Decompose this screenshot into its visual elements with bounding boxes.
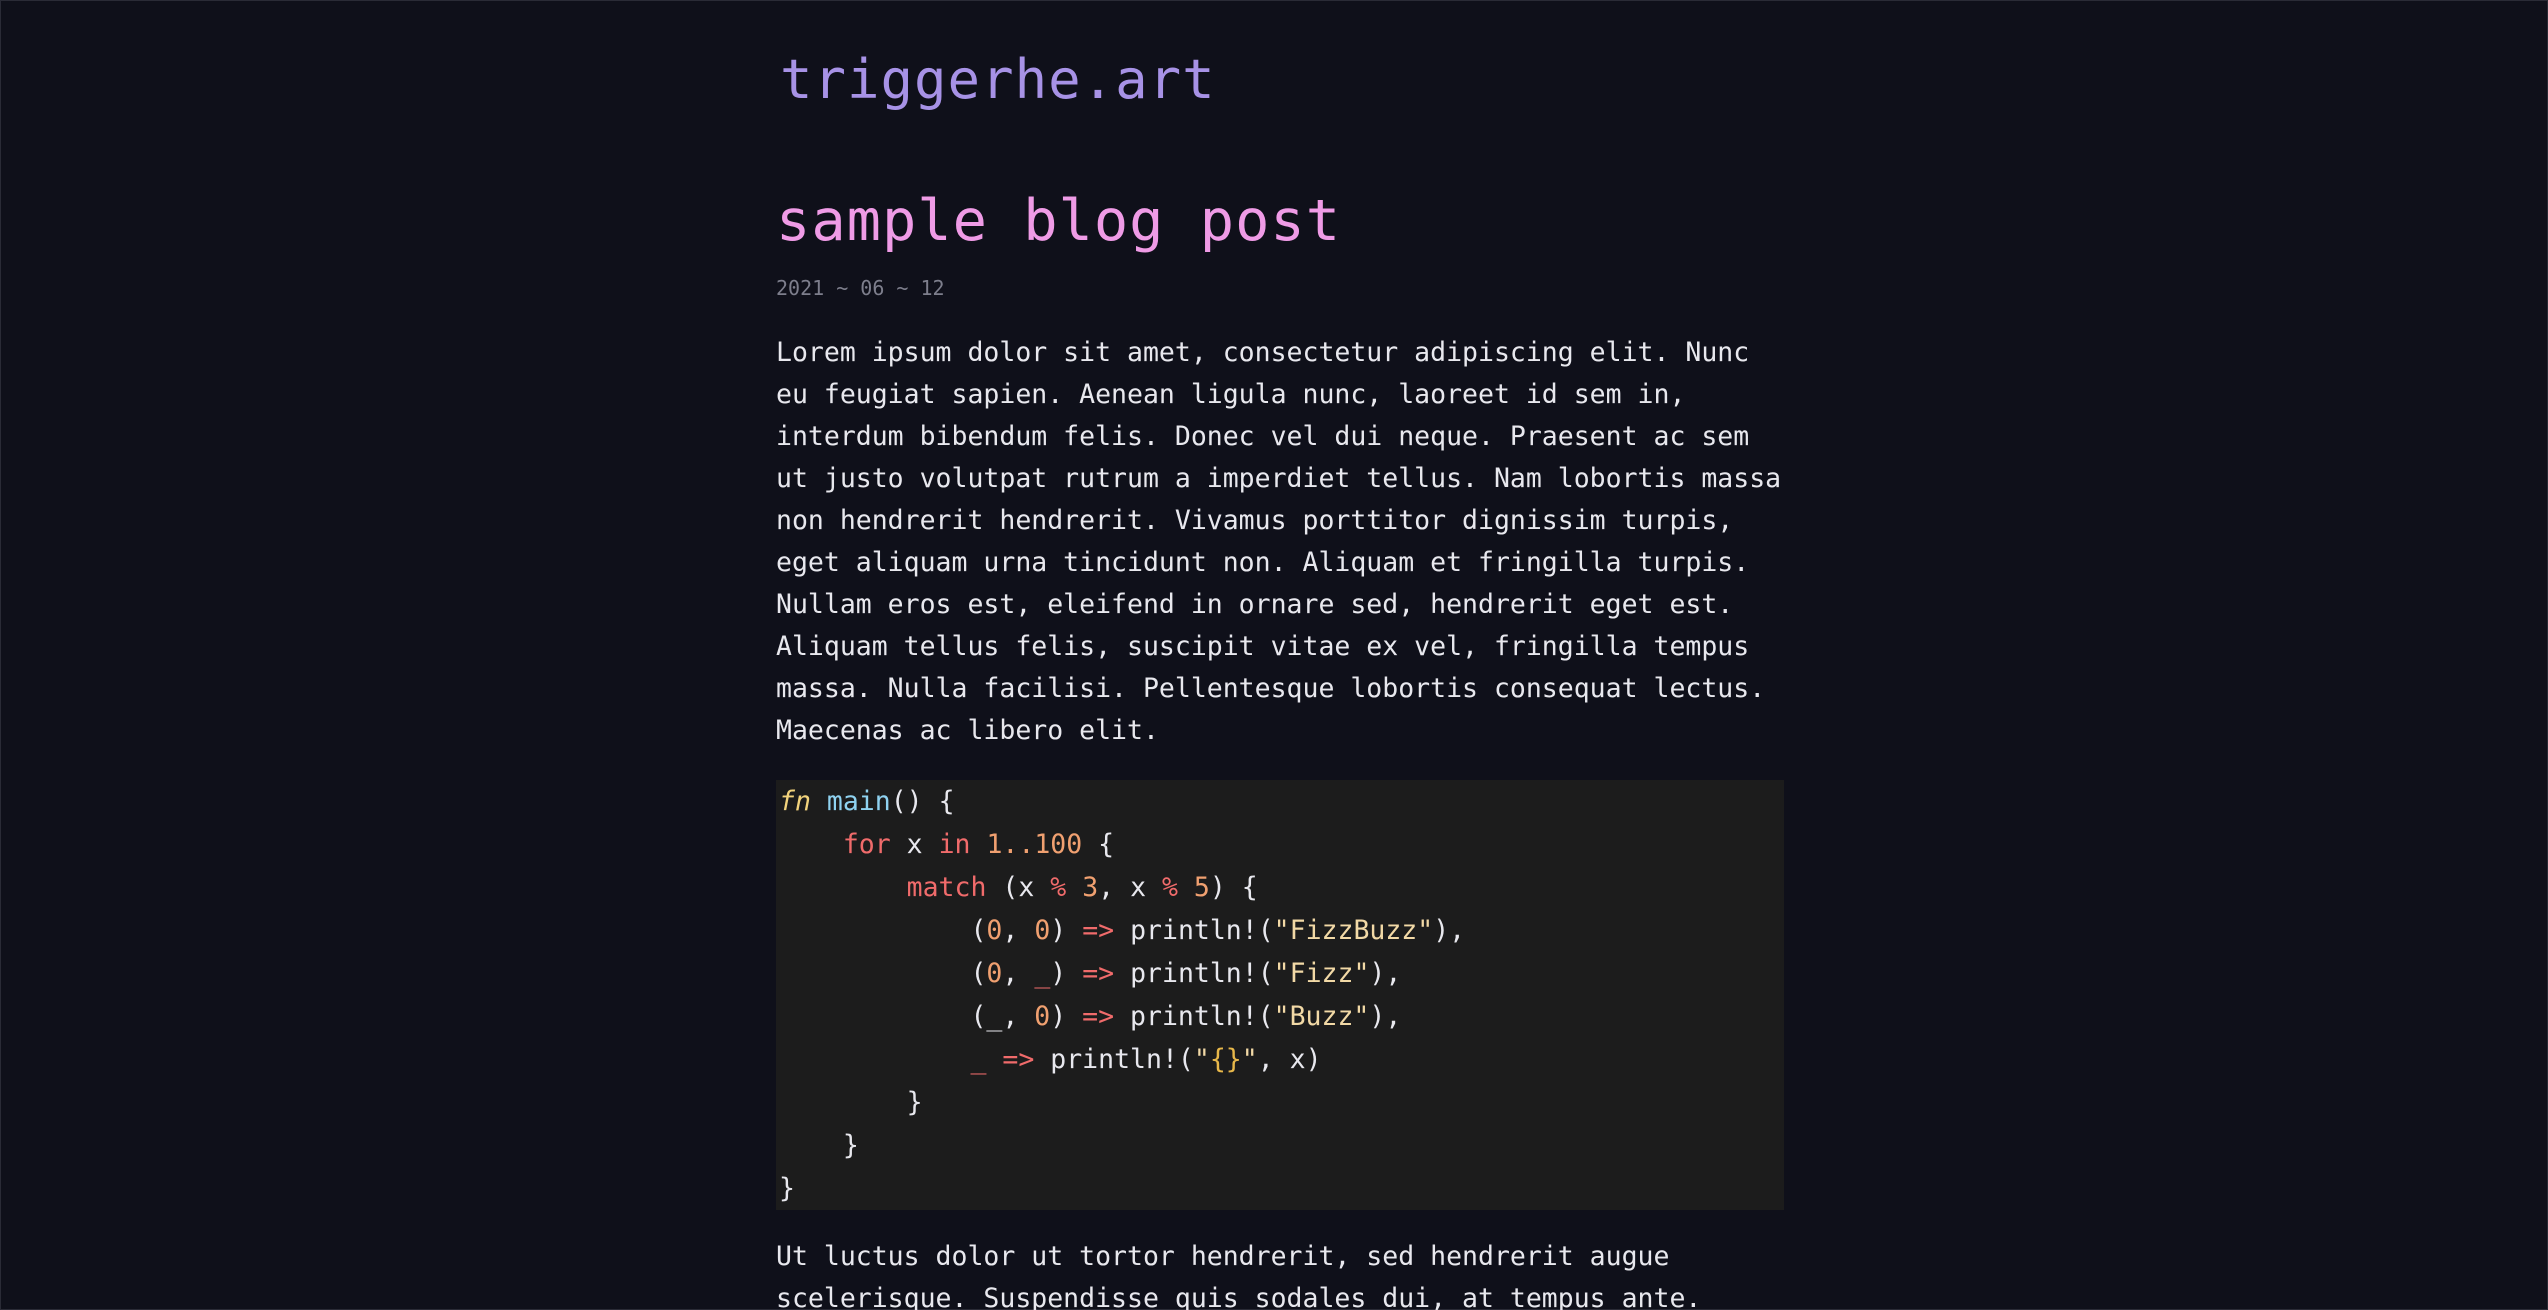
code-token: 5 <box>1193 872 1210 903</box>
code-token: (x <box>986 872 1051 903</box>
code-token: fn <box>779 786 811 817</box>
paragraph-line: Maecenas ac libero elit. <box>776 715 1159 746</box>
post-paragraph-2: Ut luctus dolor ut tortor hendrerit, sed… <box>776 1236 1784 1310</box>
code-token: => <box>1002 1044 1035 1075</box>
code-token: x <box>890 829 939 860</box>
code-token: } <box>779 1173 795 1204</box>
code-token: % <box>1161 872 1178 903</box>
code-token: (_, <box>779 1001 1035 1032</box>
code-token: } <box>779 1087 923 1118</box>
code-token: () { <box>890 786 955 817</box>
code-token: _ <box>1034 958 1051 989</box>
code-token: 0 <box>1034 915 1051 946</box>
code-token: ), <box>1369 1001 1402 1032</box>
code-line: } <box>779 1081 1784 1124</box>
paragraph-line: eget aliquam urna tincidunt non. Aliquam… <box>776 547 1750 578</box>
code-token: ), <box>1433 915 1466 946</box>
code-token: println!( <box>1114 958 1274 989</box>
code-token: => <box>1082 958 1115 989</box>
paragraph-line: interdum bibendum felis. Donec vel dui n… <box>776 421 1750 452</box>
code-token: ) <box>1050 958 1083 989</box>
paragraph-line: non hendrerit hendrerit. Vivamus porttit… <box>776 505 1734 536</box>
code-token: 1..100 <box>986 829 1083 860</box>
code-token: 0 <box>986 958 1003 989</box>
code-token: println!( <box>1114 915 1274 946</box>
code-line: (_, 0) => println!("Buzz"), <box>779 995 1784 1038</box>
code-token: } <box>779 1130 859 1161</box>
code-token: " <box>1241 1044 1258 1075</box>
paragraph-line: Nullam eros est, eleifend in ornare sed,… <box>776 589 1734 620</box>
code-token: in <box>938 829 971 860</box>
paragraph-line: Lorem ipsum dolor sit amet, consectetur … <box>776 337 1750 368</box>
paragraph-line: ut justo volutpat rutrum a imperdiet tel… <box>776 463 1782 494</box>
code-token: match <box>906 872 987 903</box>
code-token: "Fizz" <box>1273 958 1370 989</box>
site-title-link[interactable]: triggerhe.art <box>780 44 1216 116</box>
code-line: for x in 1..100 { <box>779 823 1784 866</box>
code-line: (0, _) => println!("Fizz"), <box>779 952 1784 995</box>
code-line: (0, 0) => println!("FizzBuzz"), <box>779 909 1784 952</box>
code-token: for <box>842 829 891 860</box>
code-token: , <box>1002 915 1035 946</box>
code-line: match (x % 3, x % 5) { <box>779 866 1784 909</box>
code-token: ( <box>779 958 987 989</box>
code-token: "Buzz" <box>1273 1001 1370 1032</box>
code-line: } <box>779 1167 1784 1210</box>
code-token: 3 <box>1082 872 1099 903</box>
code-token: % <box>1050 872 1067 903</box>
code-token: { <box>1082 829 1115 860</box>
paragraph-line: eu feugiat sapien. Aenean ligula nunc, l… <box>776 379 1686 410</box>
code-token: main <box>826 786 891 817</box>
code-line: } <box>779 1124 1784 1167</box>
code-token: => <box>1082 1001 1115 1032</box>
code-token: ) <box>1050 915 1083 946</box>
paragraph-line: massa. Nulla facilisi. Pellentesque lobo… <box>776 673 1766 704</box>
code-token: => <box>1082 915 1115 946</box>
code-line: _ => println!("{}", x) <box>779 1038 1784 1081</box>
post-title: sample blog post <box>776 188 1342 254</box>
code-token: ) <box>1050 1001 1083 1032</box>
code-token: 0 <box>986 915 1003 946</box>
code-block[interactable]: fn main() { for x in 1..100 { match (x %… <box>776 780 1784 1210</box>
code-token: _ <box>970 1044 987 1075</box>
code-token: , x <box>1098 872 1162 903</box>
post-date: 2021 ~ 06 ~ 12 <box>776 276 945 300</box>
code-token: , <box>1002 958 1035 989</box>
post-paragraph-1: Lorem ipsum dolor sit amet, consectetur … <box>776 332 1784 752</box>
code-token: ) { <box>1209 872 1258 903</box>
paragraph-line: Ut luctus dolor ut tortor hendrerit, sed… <box>776 1241 1670 1272</box>
code-token: "FizzBuzz" <box>1273 915 1434 946</box>
code-token: println!( <box>1114 1001 1274 1032</box>
code-token: " <box>1193 1044 1210 1075</box>
code-token: {} <box>1209 1044 1242 1075</box>
code-line: fn main() { <box>779 780 1784 823</box>
code-token: ), <box>1369 958 1402 989</box>
code-token: , x) <box>1257 1044 1322 1075</box>
code-token: println!( <box>1034 1044 1194 1075</box>
paragraph-line: Aliquam tellus felis, suscipit vitae ex … <box>776 631 1750 662</box>
code-token: 0 <box>1034 1001 1051 1032</box>
code-token: ( <box>779 915 987 946</box>
paragraph-line: scelerisque. Suspendisse quis sodales du… <box>776 1283 1702 1310</box>
